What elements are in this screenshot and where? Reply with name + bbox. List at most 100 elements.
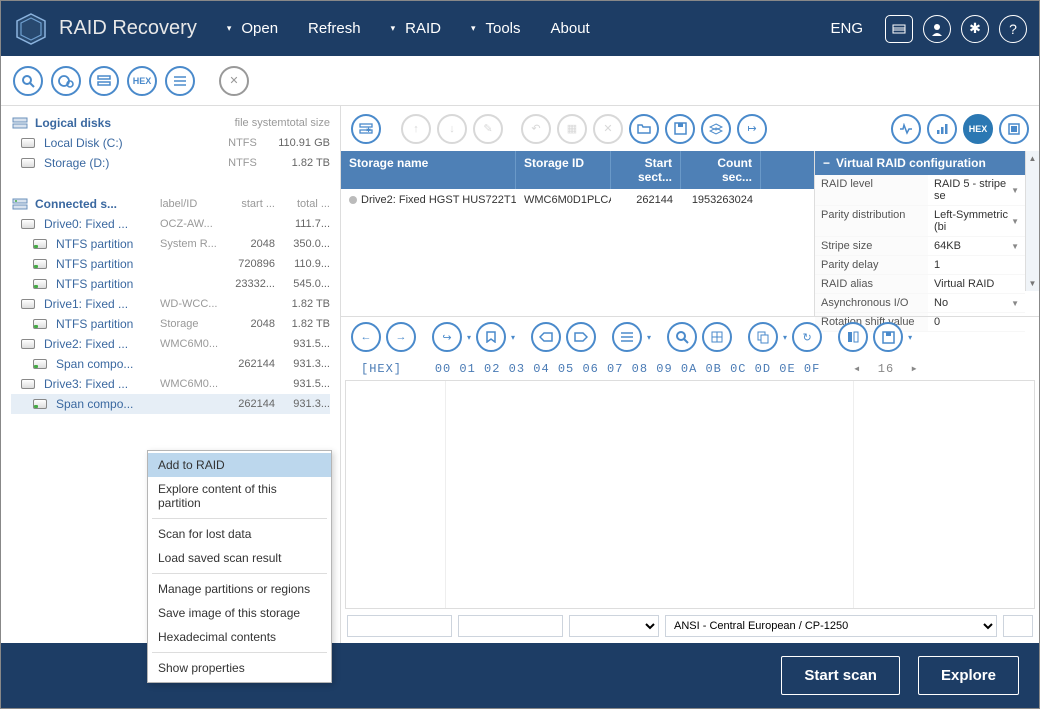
storage-row[interactable]: Drive2: Fixed ...WMC6M0...931.5... (11, 334, 330, 354)
storage-row[interactable]: NTFS partitionStorage20481.82 TB (11, 314, 330, 334)
raid-panel-scrollbar[interactable]: ▲▼ (1025, 151, 1039, 291)
cm-add-to-raid[interactable]: Add to RAID (148, 453, 331, 477)
chart-icon[interactable] (927, 114, 957, 144)
storage-name: Drive0: Fixed ... (44, 217, 160, 231)
logical-disk-row[interactable]: Storage (D:)NTFS1.82 TB (11, 153, 330, 173)
storage-row[interactable]: Drive3: Fixed ...WMC6M0...931.5... (11, 374, 330, 394)
raid-property-row[interactable]: Parity delay1 (815, 256, 1025, 275)
columns-icon[interactable] (838, 322, 868, 352)
dropdown-icon[interactable]: ▼ (1011, 217, 1019, 226)
raid-prop-value[interactable]: No▼ (928, 294, 1025, 312)
tag-forward-icon[interactable] (566, 322, 596, 352)
hex-icon[interactable]: HEX (127, 66, 157, 96)
raid-property-row[interactable]: RAID levelRAID 5 - stripe se▼ (815, 175, 1025, 206)
user-icon[interactable] (923, 15, 951, 43)
storage-row[interactable]: Span compo...262144931.3... (11, 394, 330, 414)
search-hex-icon[interactable] (667, 322, 697, 352)
col-count-sector[interactable]: Count sec... (681, 151, 761, 189)
copy-icon[interactable] (748, 322, 778, 352)
storage-row[interactable]: NTFS partition720896110.9... (11, 254, 330, 274)
raid-property-row[interactable]: RAID aliasVirtual RAID (815, 275, 1025, 294)
new-raid-icon[interactable] (89, 66, 119, 96)
tag-back-icon[interactable] (531, 322, 561, 352)
menu-tools[interactable]: Tools (471, 20, 521, 37)
hex-encoding-select[interactable]: ANSI - Central European / CP-1250 (665, 615, 997, 637)
open-folder-icon[interactable] (629, 114, 659, 144)
layers-icon[interactable] (701, 114, 731, 144)
nav-back-icon[interactable]: ← (351, 322, 381, 352)
window-icon[interactable] (885, 15, 913, 43)
dropdown-icon[interactable]: ▼ (1011, 242, 1019, 251)
move-up-icon[interactable]: ↑ (401, 114, 431, 144)
raid-prop-value[interactable]: RAID 5 - stripe se▼ (928, 175, 1025, 205)
cm-show-properties[interactable]: Show properties (148, 656, 331, 680)
raid-prop-value[interactable]: Left-Symmetric (bi▼ (928, 206, 1025, 236)
edit-icon[interactable]: ✎ (473, 114, 503, 144)
bookmark-icon[interactable] (476, 322, 506, 352)
menu-open[interactable]: Open (227, 20, 278, 37)
raid-prop-value[interactable]: Virtual RAID (928, 275, 1025, 293)
dropdown-icon[interactable]: ▼ (1011, 186, 1019, 195)
hex-body[interactable] (345, 380, 1035, 609)
goto-icon[interactable]: ↪ (432, 322, 462, 352)
explore-button[interactable]: Explore (918, 656, 1019, 695)
hex-list-icon[interactable] (612, 322, 642, 352)
hex-input-1[interactable] (347, 615, 452, 637)
cm-load-scan[interactable]: Load saved scan result (148, 546, 331, 570)
placeholder-icon[interactable]: ▦ (557, 114, 587, 144)
raid-property-row[interactable]: Stripe size64KB▼ (815, 237, 1025, 256)
dropdown-icon[interactable]: ▼ (1011, 299, 1019, 308)
export-icon[interactable]: ↦ (737, 114, 767, 144)
remove-icon[interactable]: ✕ (593, 114, 623, 144)
storage-row[interactable]: NTFS partitionSystem R...2048350.0... (11, 234, 330, 254)
language-selector[interactable]: ENG (830, 20, 863, 37)
raid-property-row[interactable]: Asynchronous I/ONo▼ (815, 294, 1025, 313)
menu-about[interactable]: About (551, 20, 590, 37)
hex-input-2[interactable] (458, 615, 563, 637)
logical-disk-row[interactable]: Local Disk (C:)NTFS110.91 GB (11, 133, 330, 153)
cm-scan-lost[interactable]: Scan for lost data (148, 522, 331, 546)
open-image-icon[interactable] (51, 66, 81, 96)
undo-icon[interactable]: ↶ (521, 114, 551, 144)
cm-save-image[interactable]: Save image of this storage (148, 601, 331, 625)
raid-prop-value[interactable]: 1 (928, 256, 1025, 274)
collapse-icon[interactable]: − (823, 156, 830, 170)
storage-row[interactable]: Drive0: Fixed ...OCZ-AW...111.7... (11, 214, 330, 234)
help-icon[interactable]: ? (999, 15, 1027, 43)
reload-icon[interactable]: ↻ (792, 322, 822, 352)
nav-forward-icon[interactable]: → (386, 322, 416, 352)
disk-total: 110.91 GB (275, 137, 330, 149)
hex-input-3[interactable] (1003, 615, 1033, 637)
grid-icon[interactable] (702, 322, 732, 352)
col-storage-id[interactable]: Storage ID (516, 151, 611, 189)
col-start-sector[interactable]: Start sect... (611, 151, 681, 189)
list-icon[interactable] (165, 66, 195, 96)
storage-row[interactable]: NTFS partition23332...545.0... (11, 274, 330, 294)
col-storage-name[interactable]: Storage name (341, 151, 516, 189)
gear-icon[interactable]: ✱ (961, 15, 989, 43)
menu-raid[interactable]: RAID (391, 20, 441, 37)
menu-refresh[interactable]: Refresh (308, 20, 361, 37)
storage-icon (33, 259, 51, 269)
scan-icon[interactable] (13, 66, 43, 96)
cm-explore-content[interactable]: Explore content of this partition (148, 477, 331, 515)
raid-prop-value[interactable]: 64KB▼ (928, 237, 1025, 255)
save-disk-icon[interactable] (665, 114, 695, 144)
auto-raid-icon[interactable]: ✱ (351, 114, 381, 144)
cell-storage-id: WMC6M0D1PLCA (516, 192, 611, 208)
cm-hex-contents[interactable]: Hexadecimal contents (148, 625, 331, 649)
raid-config-header[interactable]: −Virtual RAID configuration (815, 151, 1025, 175)
save-hex-icon[interactable] (873, 322, 903, 352)
hex-select-1[interactable] (569, 615, 659, 637)
storage-table-row[interactable]: Drive2: Fixed HGST HUS722T1...WMC6M0D1PL… (341, 189, 814, 211)
raid-property-row[interactable]: Parity distributionLeft-Symmetric (bi▼ (815, 206, 1025, 237)
close-icon[interactable]: ✕ (219, 66, 249, 96)
move-down-icon[interactable]: ↓ (437, 114, 467, 144)
hex-view-icon[interactable]: HEX (963, 114, 993, 144)
storage-row[interactable]: Span compo...262144931.3... (11, 354, 330, 374)
activity-icon[interactable] (891, 114, 921, 144)
storage-row[interactable]: Drive1: Fixed ...WD-WCC...1.82 TB (11, 294, 330, 314)
fullscreen-icon[interactable] (999, 114, 1029, 144)
cm-manage-partitions[interactable]: Manage partitions or regions (148, 577, 331, 601)
start-scan-button[interactable]: Start scan (781, 656, 900, 695)
